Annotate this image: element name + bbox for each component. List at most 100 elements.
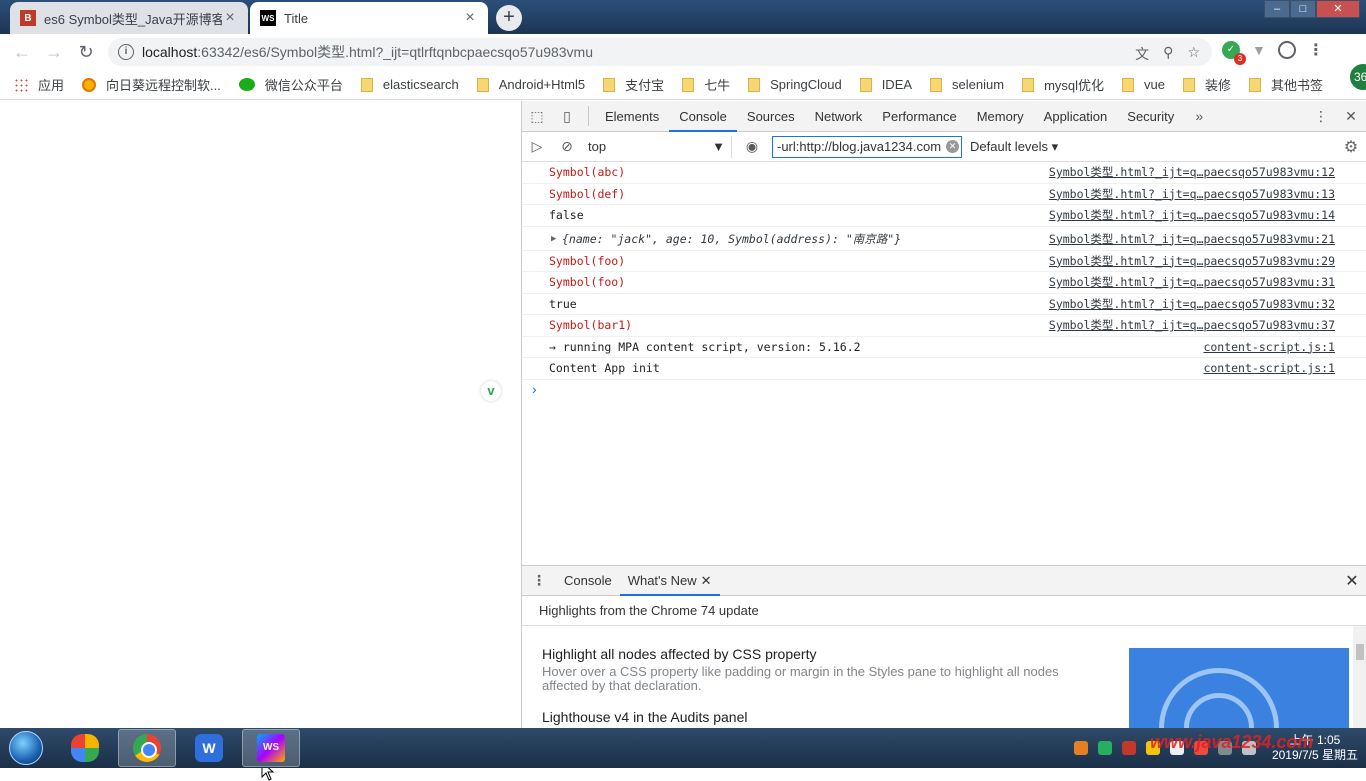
devtools-tab-network[interactable]: Network xyxy=(805,101,873,132)
taskbar-app-launcher[interactable] xyxy=(56,729,114,767)
translate-icon[interactable]: 文 xyxy=(1135,44,1149,64)
context-selector[interactable]: top ▼ xyxy=(582,135,732,158)
console-filter-input[interactable]: -url:http://blog.java1234.com ✕ xyxy=(772,135,962,158)
bookmark-item[interactable]: 七牛 xyxy=(682,75,730,94)
device-toolbar-icon[interactable]: ▯ xyxy=(552,101,582,131)
devtools-tab-memory[interactable]: Memory xyxy=(967,101,1034,132)
close-window-button[interactable]: ✕ xyxy=(1316,0,1360,18)
devtools-tab-security[interactable]: Security xyxy=(1117,101,1184,132)
maximize-button[interactable]: □ xyxy=(1290,0,1316,18)
console-message[interactable]: Symbol(foo) Symbol类型.html?_ijt=q…paecsqo5… xyxy=(522,251,1366,272)
scrollbar-thumb[interactable] xyxy=(1356,644,1364,660)
console-message[interactable]: Symbol(foo) Symbol类型.html?_ijt=q…paecsqo5… xyxy=(522,272,1366,294)
whats-new-body[interactable]: Highlight all nodes affected by CSS prop… xyxy=(522,626,1366,728)
vue-devtools-icon[interactable]: ▼ xyxy=(1252,42,1266,58)
bookmark-item[interactable]: selenium xyxy=(930,77,1004,92)
page-viewport[interactable]: v xyxy=(0,101,521,781)
bookmark-item[interactable]: IDEA xyxy=(859,77,912,92)
console-message[interactable]: Symbol(bar1) Symbol类型.html?_ijt=q…paecsqo… xyxy=(522,315,1366,337)
bookmark-item[interactable]: 微信公众平台 xyxy=(238,75,343,94)
console-source-link[interactable]: Symbol类型.html?_ijt=q…paecsqo57u983vmu:21 xyxy=(1049,227,1335,251)
devtools-tab-application[interactable]: Application xyxy=(1034,101,1118,132)
console-settings-gear-icon[interactable]: ⚙ xyxy=(1336,137,1366,157)
console-source-link[interactable]: Symbol类型.html?_ijt=q…paecsqo57u983vmu:32 xyxy=(1049,294,1335,315)
console-message[interactable]: false Symbol类型.html?_ijt=q…paecsqo57u983v… xyxy=(522,205,1366,227)
console-source-link[interactable]: Symbol类型.html?_ijt=q…paecsqo57u983vmu:29 xyxy=(1049,251,1335,272)
console-message[interactable]: → running MPA content script, version: 5… xyxy=(522,337,1366,358)
back-button[interactable]: ← xyxy=(6,36,38,68)
whats-new-item-desc: Hover over a CSS property like padding o… xyxy=(542,664,1059,693)
address-bar[interactable]: i localhost:63342/es6/Symbol类型.html?_ijt… xyxy=(108,38,1212,66)
clear-console-icon[interactable]: ⊘ xyxy=(552,132,582,162)
bookmark-item[interactable]: SpringCloud xyxy=(748,77,842,92)
extension-icon[interactable]: ✓ 3 xyxy=(1222,41,1246,65)
taskbar-app-webstorm[interactable]: WS xyxy=(242,729,300,767)
info-icon[interactable]: i xyxy=(118,44,134,60)
expand-triangle-icon[interactable]: ▶ xyxy=(551,227,556,251)
close-tab-icon[interactable]: × xyxy=(462,9,478,27)
drawer-tab-whats-new[interactable]: What's New ✕ xyxy=(619,566,720,596)
console-source-link[interactable]: Symbol类型.html?_ijt=q…paecsqo57u983vmu:31 xyxy=(1049,272,1335,293)
bookmark-star-icon[interactable]: ☆ xyxy=(1187,44,1200,64)
profile-avatar-icon[interactable] xyxy=(1277,41,1296,59)
reload-button[interactable]: ↻ xyxy=(70,36,102,68)
console-messages[interactable]: Symbol(abc) Symbol类型.html?_ijt=q…paecsqo5… xyxy=(522,162,1366,565)
console-message[interactable]: ▶ {name: "jack", age: 10, Symbol(address)… xyxy=(522,227,1366,251)
bookmark-item[interactable]: elasticsearch xyxy=(360,77,459,92)
console-source-link[interactable]: content-script.js:1 xyxy=(1203,337,1335,358)
whats-new-item-title[interactable]: Lighthouse v4 in the Audits panel xyxy=(542,709,1082,725)
bookmark-item[interactable]: vue xyxy=(1122,77,1165,92)
close-drawer-icon[interactable]: ✕ xyxy=(1337,571,1366,591)
chrome-menu-icon[interactable]: ⋮ xyxy=(1308,40,1324,60)
bookmark-item[interactable]: 应用 xyxy=(14,75,64,94)
vue-extension-icon[interactable]: v xyxy=(481,381,501,401)
devtools-tab-console[interactable]: Console xyxy=(669,101,737,132)
console-source-link[interactable]: content-script.js:1 xyxy=(1203,358,1335,379)
devtools-menu-icon[interactable]: ⋮ xyxy=(1306,101,1336,131)
console-source-link[interactable]: Symbol类型.html?_ijt=q…paecsqo57u983vmu:12 xyxy=(1049,162,1335,183)
show-sidebar-icon[interactable]: ▷ xyxy=(522,132,552,162)
bookmark-item[interactable]: 装修 xyxy=(1182,75,1231,94)
console-source-link[interactable]: Symbol类型.html?_ijt=q…paecsqo57u983vmu:13 xyxy=(1049,184,1335,205)
browser-tab-es6[interactable]: B es6 Symbol类型_Java开源博客系 × xyxy=(10,2,248,34)
tray-app-icon[interactable] xyxy=(1121,741,1136,755)
console-source-link[interactable]: Symbol类型.html?_ijt=q…paecsqo57u983vmu:14 xyxy=(1049,205,1335,226)
log-levels-dropdown[interactable]: Default levels ▾ xyxy=(970,139,1058,155)
more-tabs-icon[interactable]: » xyxy=(1184,101,1214,131)
minimize-button[interactable]: – xyxy=(1264,0,1290,18)
close-drawer-tab-icon[interactable]: ✕ xyxy=(701,573,712,588)
devtools-tab-elements[interactable]: Elements xyxy=(595,101,669,132)
drawer-menu-icon[interactable]: ⋮ xyxy=(522,572,556,589)
bookmark-item[interactable]: mysql优化 xyxy=(1022,75,1104,94)
ime-icon[interactable] xyxy=(1073,741,1088,755)
console-prompt-input[interactable]: › xyxy=(522,380,1366,400)
bookmark-item[interactable]: 向日葵远程控制软... xyxy=(82,75,221,94)
taskbar-app-chrome[interactable] xyxy=(118,729,176,767)
devtools-tab-performance[interactable]: Performance xyxy=(872,101,966,132)
close-devtools-icon[interactable]: ✕ xyxy=(1336,101,1366,131)
close-tab-icon[interactable]: × xyxy=(222,9,238,27)
console-message[interactable]: Content App init content-script.js:1 xyxy=(522,358,1366,380)
browser-tab-title[interactable]: WS Title × xyxy=(250,2,488,34)
zoom-icon[interactable]: ⚲ xyxy=(1163,44,1173,64)
whats-new-item-title[interactable]: Highlight all nodes affected by CSS prop… xyxy=(542,646,1082,662)
live-expression-eye-icon[interactable]: ◉ xyxy=(732,132,772,162)
console-source-link[interactable]: Symbol类型.html?_ijt=q…paecsqo57u983vmu:37 xyxy=(1049,315,1335,336)
bookmark-item[interactable]: 其他书签 xyxy=(1249,75,1323,94)
inspect-element-icon[interactable]: ⬚ xyxy=(522,101,552,131)
bookmark-label: vue xyxy=(1144,77,1165,92)
drawer-scrollbar[interactable] xyxy=(1353,626,1366,728)
bookmark-item[interactable]: Android+Html5 xyxy=(476,77,585,92)
console-message[interactable]: Symbol(def) Symbol类型.html?_ijt=q…paecsqo5… xyxy=(522,184,1366,205)
clear-filter-icon[interactable]: ✕ xyxy=(946,139,959,153)
devtools-tab-sources[interactable]: Sources xyxy=(737,101,805,132)
start-button[interactable] xyxy=(0,728,52,768)
drawer-tab-console[interactable]: Console xyxy=(556,566,620,596)
console-message[interactable]: true Symbol类型.html?_ijt=q…paecsqo57u983vm… xyxy=(522,294,1366,315)
taskbar-app-wps[interactable]: W xyxy=(180,729,238,767)
security-shield-icon[interactable] xyxy=(1097,741,1112,755)
bookmark-item[interactable]: 支付宝 xyxy=(603,75,664,94)
new-tab-button[interactable]: + xyxy=(496,5,522,31)
forward-button[interactable]: → xyxy=(38,36,70,68)
console-message[interactable]: Symbol(abc) Symbol类型.html?_ijt=q…paecsqo5… xyxy=(522,162,1366,184)
